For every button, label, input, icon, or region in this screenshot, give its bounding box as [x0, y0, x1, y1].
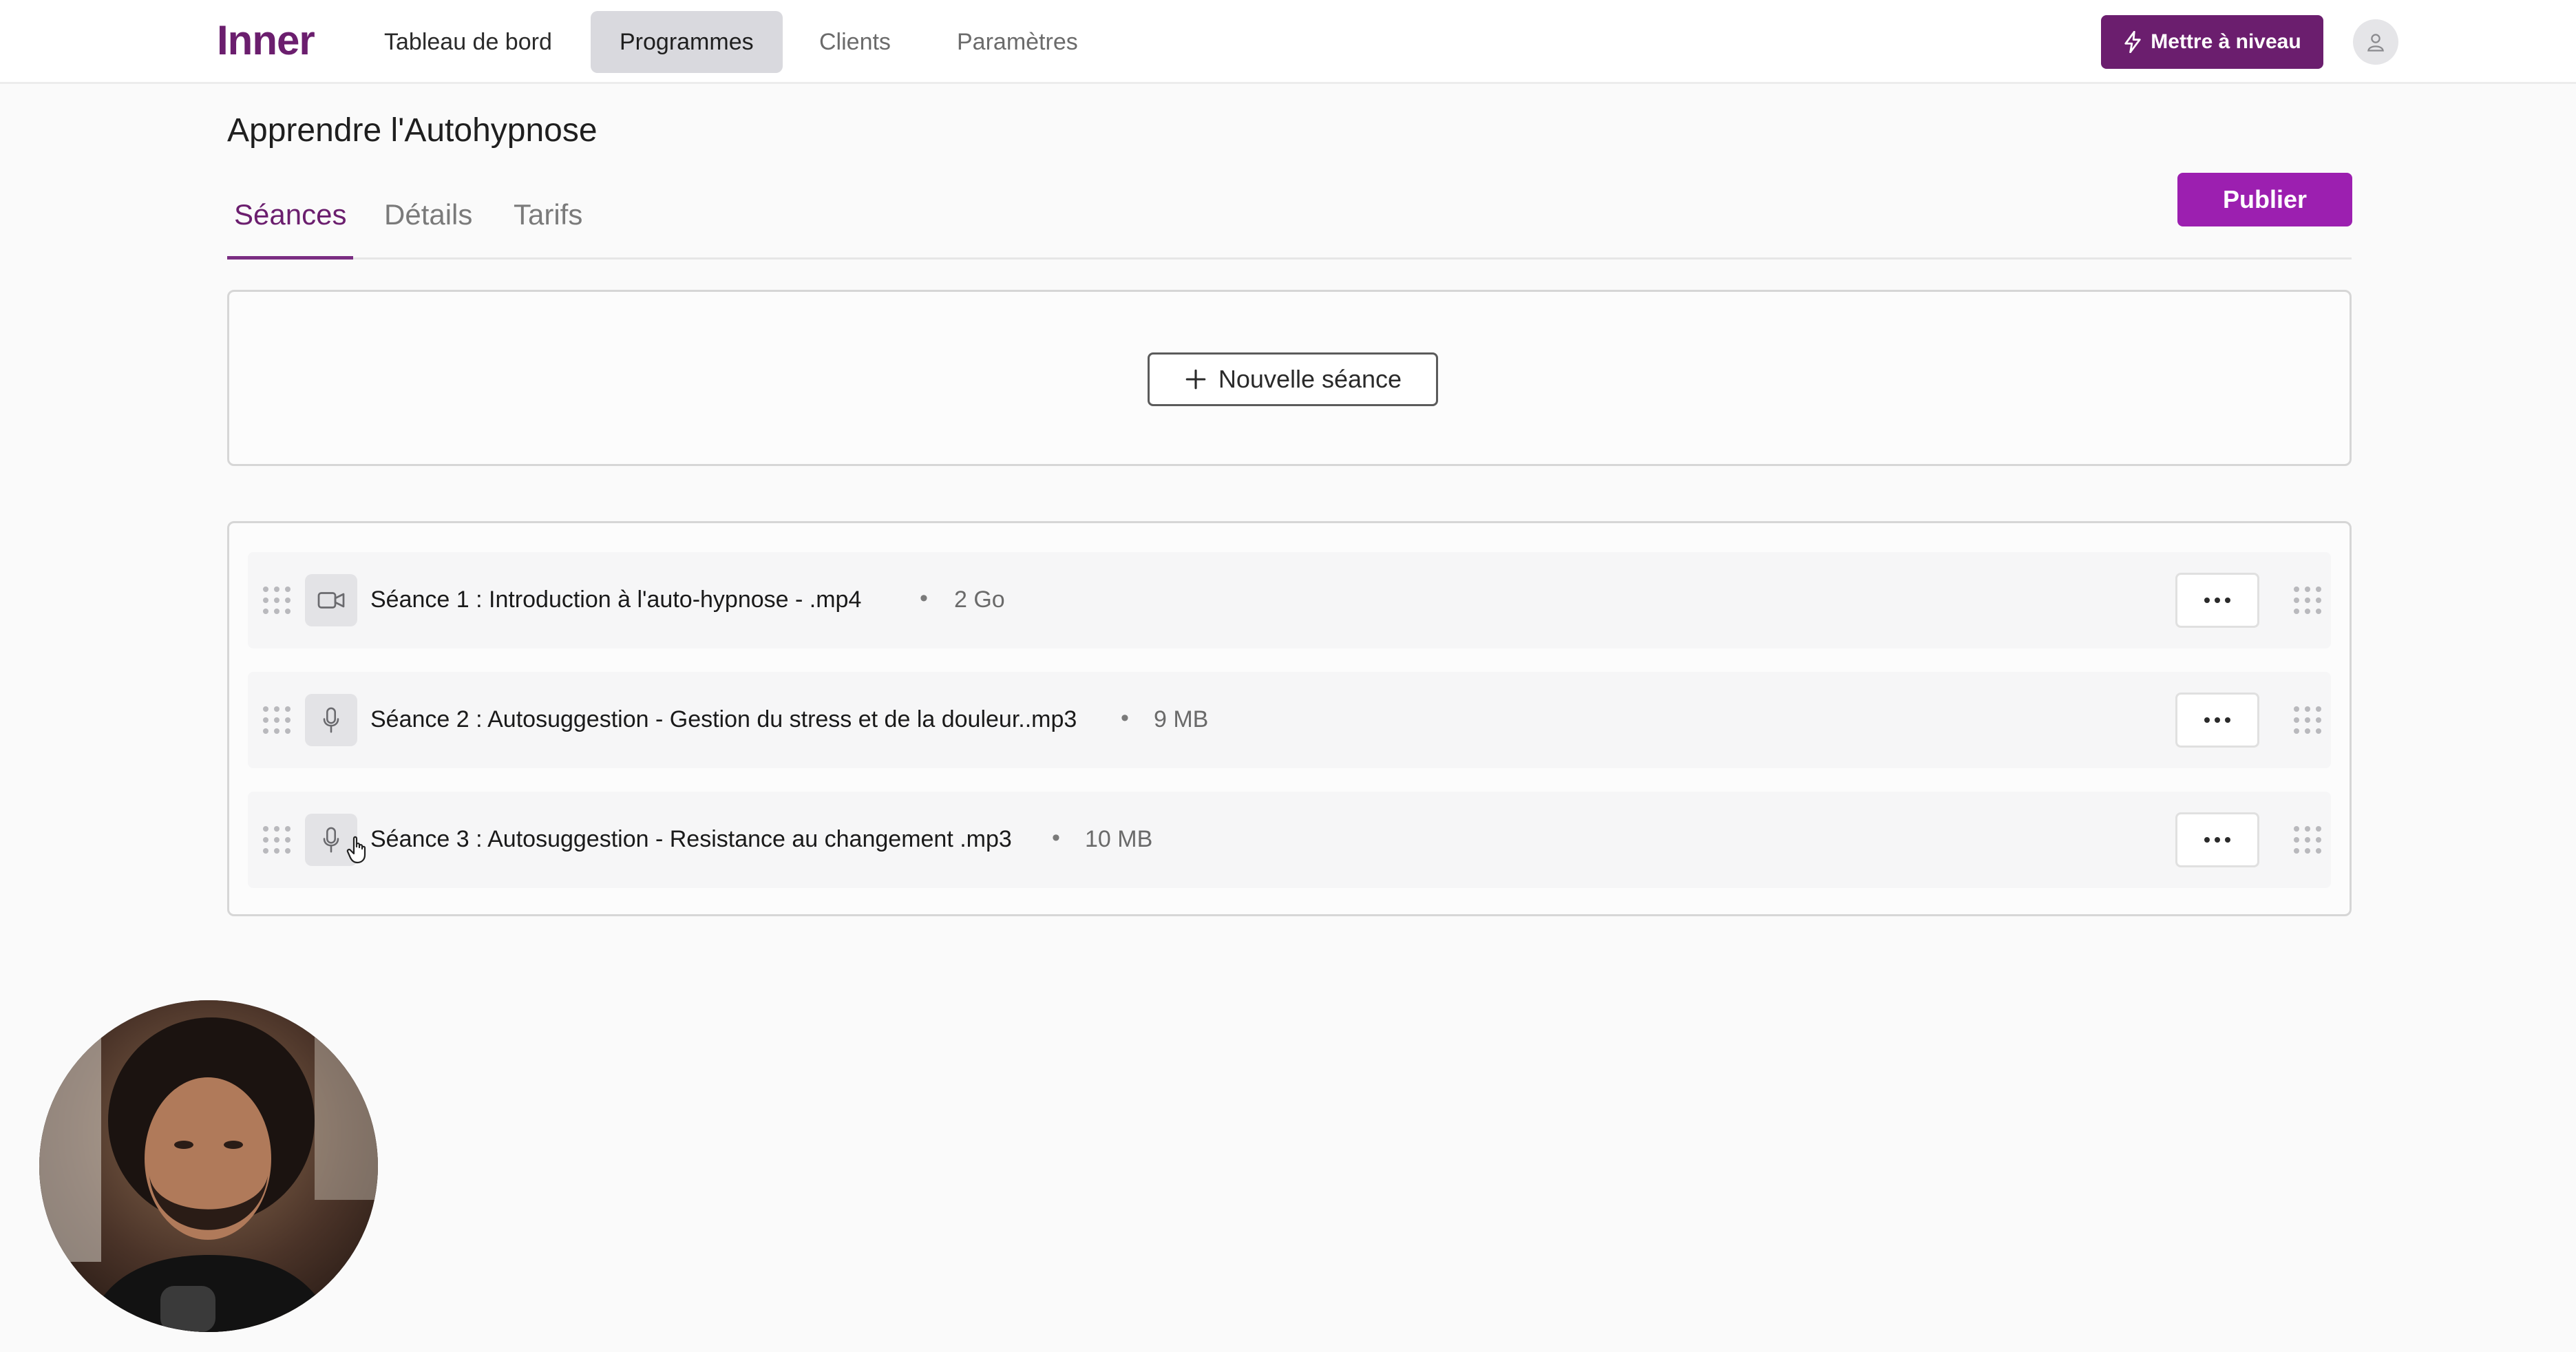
- separator-dot: •: [1121, 705, 1129, 731]
- separator-dot: •: [920, 585, 928, 611]
- drag-handle-icon[interactable]: [263, 587, 291, 614]
- new-session-card: Nouvelle séance: [227, 290, 2352, 466]
- session-size: 9 MB: [1154, 706, 1209, 732]
- user-icon: [2367, 34, 2384, 52]
- session-row[interactable]: Séance 3 : Autosuggestion - Resistance a…: [248, 792, 2331, 888]
- nav-item-programmes[interactable]: Programmes: [591, 11, 783, 73]
- drag-handle-icon[interactable]: [263, 706, 291, 734]
- tab-seances[interactable]: Séances: [227, 198, 354, 260]
- drag-handle-icon[interactable]: [263, 826, 291, 854]
- session-size: 2 Go: [954, 587, 1005, 613]
- more-options-button[interactable]: [2175, 812, 2259, 867]
- separator-dot: •: [1052, 825, 1060, 851]
- lightning-icon: [2124, 31, 2141, 53]
- upgrade-button[interactable]: Mettre à niveau: [2101, 15, 2323, 69]
- user-avatar[interactable]: [2353, 19, 2398, 65]
- new-session-button[interactable]: Nouvelle séance: [1148, 352, 1438, 406]
- app-logo[interactable]: Inner: [217, 17, 315, 64]
- top-navigation: Inner Tableau de bord Programmes Clients…: [0, 0, 2576, 84]
- session-size: 10 MB: [1085, 826, 1153, 852]
- session-row[interactable]: Séance 2 : Autosuggestion - Gestion du s…: [248, 672, 2331, 768]
- nav-item-dashboard[interactable]: Tableau de bord: [355, 11, 581, 73]
- presenter-video-image: [39, 1000, 378, 1332]
- session-row[interactable]: Séance 1 : Introduction à l'auto-hypnose…: [248, 552, 2331, 648]
- drag-handle-icon[interactable]: [2294, 826, 2321, 854]
- tab-tarifs[interactable]: Tarifs: [507, 198, 589, 256]
- hand-cursor-icon: [346, 836, 366, 864]
- more-options-button[interactable]: [2175, 693, 2259, 748]
- session-name: Séance 3 : Autosuggestion - Resistance a…: [370, 826, 1012, 852]
- more-options-button[interactable]: [2175, 573, 2259, 628]
- upgrade-button-label: Mettre à niveau: [2151, 30, 2301, 53]
- nav-item-settings[interactable]: Paramètres: [928, 11, 1107, 73]
- publish-button[interactable]: Publier: [2177, 173, 2352, 226]
- nav-item-clients[interactable]: Clients: [790, 11, 920, 73]
- video-camera-icon: [305, 574, 357, 626]
- plus-icon: [1185, 369, 1206, 390]
- session-name: Séance 2 : Autosuggestion - Gestion du s…: [370, 706, 1077, 732]
- microphone-icon: [305, 694, 357, 746]
- session-name: Séance 1 : Introduction à l'auto-hypnose…: [370, 587, 862, 613]
- program-tabs: Séances Détails Tarifs: [227, 186, 2352, 260]
- sessions-list: Séance 1 : Introduction à l'auto-hypnose…: [227, 521, 2352, 916]
- page-title: Apprendre l'Autohypnose: [227, 112, 598, 149]
- webcam-overlay: [39, 1000, 378, 1332]
- drag-handle-icon[interactable]: [2294, 706, 2321, 734]
- drag-handle-icon[interactable]: [2294, 587, 2321, 614]
- tab-details[interactable]: Détails: [377, 198, 479, 256]
- new-session-label: Nouvelle séance: [1218, 365, 1402, 393]
